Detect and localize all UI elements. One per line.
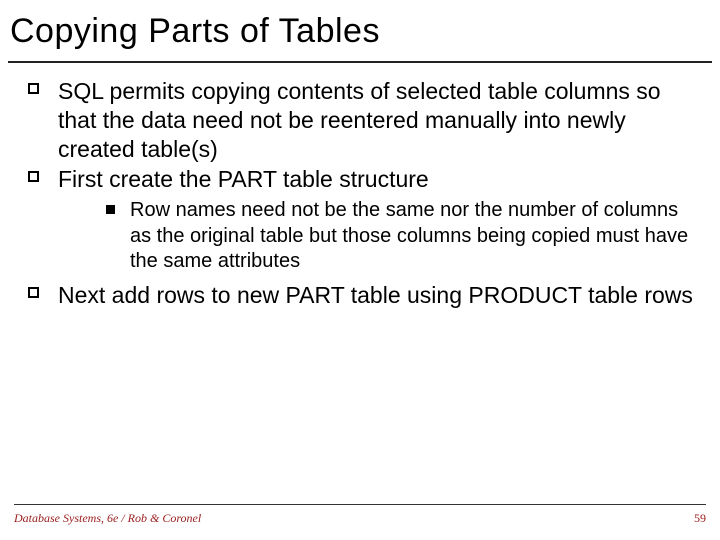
list-item: First create the PART table structure Ro…: [16, 165, 704, 275]
footer-source: Database Systems, 6e / Rob & Coronel: [14, 511, 201, 526]
slide-title: Copying Parts of Tables: [8, 6, 712, 57]
footer-row: Database Systems, 6e / Rob & Coronel 59: [14, 511, 706, 526]
slide-footer: Database Systems, 6e / Rob & Coronel 59: [0, 504, 720, 526]
bullet-text: SQL permits copying contents of selected…: [58, 78, 661, 162]
title-rule: [8, 61, 712, 63]
bullet-list: SQL permits copying contents of selected…: [16, 77, 704, 310]
bullet-text: Row names need not be the same nor the n…: [130, 199, 688, 272]
list-item: Row names need not be the same nor the n…: [58, 198, 704, 275]
list-item: SQL permits copying contents of selected…: [16, 77, 704, 163]
bullet-text: Next add rows to new PART table using PR…: [58, 282, 693, 308]
slide-content: SQL permits copying contents of selected…: [8, 77, 712, 310]
square-bullet-icon: [28, 83, 39, 94]
sub-bullet-list: Row names need not be the same nor the n…: [58, 198, 704, 275]
square-bullet-icon: [28, 287, 39, 298]
bullet-text: First create the PART table structure: [58, 166, 429, 192]
page-number: 59: [694, 511, 706, 526]
list-item: Next add rows to new PART table using PR…: [16, 281, 704, 310]
footer-rule: [14, 504, 706, 505]
filled-square-bullet-icon: [106, 205, 115, 214]
slide: Copying Parts of Tables SQL permits copy…: [0, 0, 720, 540]
square-bullet-icon: [28, 171, 39, 182]
